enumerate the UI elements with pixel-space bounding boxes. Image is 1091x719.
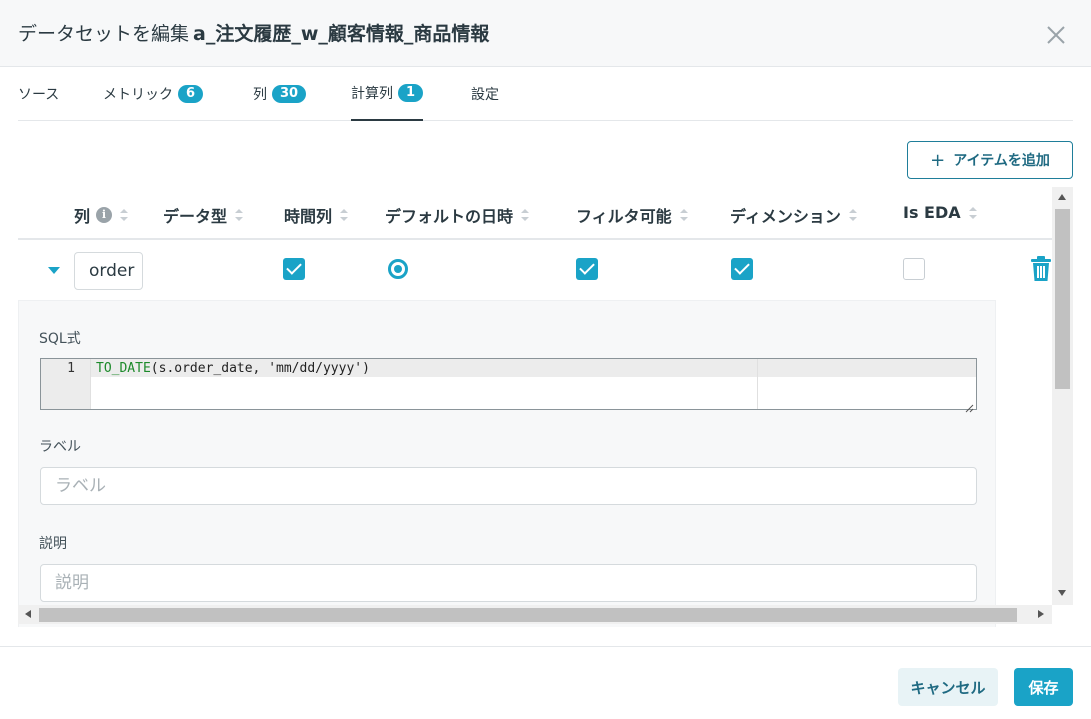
modal-title: データセットを編集 a_注文履歴_w_顧客情報_商品情報 (18, 19, 489, 46)
label-input[interactable]: ラベル (40, 467, 977, 505)
resize-handle-icon[interactable] (965, 398, 974, 413)
trash-icon[interactable] (1030, 256, 1052, 282)
column-header-time-column[interactable]: 時間列 (284, 203, 349, 227)
sql-code: TO_DATE(s.order_date, 'mm/dd/yyyy') (96, 361, 370, 376)
sort-icon (848, 209, 857, 221)
close-icon[interactable] (1043, 22, 1069, 48)
add-item-button[interactable]: + アイテムを追加 (907, 141, 1073, 179)
title-prefix: データセットを編集 (18, 23, 190, 45)
sort-icon (120, 209, 129, 221)
column-header-data-type[interactable]: データ型 (163, 203, 244, 227)
tab-label: 列 (253, 87, 267, 103)
default-datetime-radio[interactable] (388, 259, 408, 279)
header-label: 時間列 (284, 207, 333, 226)
plus-icon: + (930, 149, 946, 171)
filterable-checkbox[interactable] (576, 258, 598, 280)
header-label: フィルタ可能 (576, 207, 672, 226)
tab-bar: ソース メトリック 6 列 30 計算列 1 設定 (18, 67, 1073, 121)
dataset-name: a_注文履歴_w_顧客情報_商品情報 (193, 23, 490, 45)
sort-icon (235, 209, 244, 221)
scroll-right-icon[interactable] (1038, 610, 1044, 618)
sort-icon (968, 206, 977, 219)
header-label: データ型 (163, 207, 228, 226)
sort-icon (340, 209, 349, 221)
sort-icon (521, 209, 530, 221)
count-badge: 30 (272, 85, 307, 103)
header-label: Is EDA (903, 203, 961, 222)
table-row: order (18, 240, 1052, 300)
sql-editor[interactable]: 1 TO_DATE(s.order_date, 'mm/dd/yyyy') (40, 358, 977, 413)
caret-down-icon[interactable] (48, 267, 60, 274)
count-badge: 6 (178, 85, 204, 103)
table-header: 列i データ型 時間列 デフォルトの日時 フィルタ可能 ディメンション Is E… (18, 187, 1052, 240)
horizontal-scrollbar[interactable] (18, 605, 1052, 624)
count-badge: 1 (398, 84, 424, 102)
tab-source[interactable]: ソース (18, 67, 59, 121)
scroll-down-icon[interactable] (1058, 590, 1066, 596)
column-header-filterable[interactable]: フィルタ可能 (576, 203, 688, 227)
column-detail-panel: SQL式 1 TO_DATE(s.order_date, 'mm/dd/yyyy… (18, 300, 996, 627)
header-label: ディメンション (730, 207, 841, 226)
tab-label: 設定 (471, 87, 499, 103)
save-button[interactable]: 保存 (1014, 668, 1073, 706)
scroll-up-icon[interactable] (1058, 194, 1066, 200)
tab-label: メトリック (103, 87, 173, 103)
header-label: デフォルトの日時 (385, 207, 514, 226)
table-area: 列i データ型 時間列 デフォルトの日時 フィルタ可能 ディメンション Is E… (18, 187, 1073, 627)
scroll-thumb[interactable] (1055, 209, 1070, 389)
info-icon[interactable]: i (96, 207, 113, 223)
header-label: 列 (74, 207, 91, 226)
scroll-left-icon[interactable] (25, 610, 31, 618)
description-field-label: 説明 (39, 536, 67, 552)
column-name-input[interactable]: order (74, 252, 143, 290)
column-header-column[interactable]: 列i (74, 203, 129, 227)
tab-metrics[interactable]: メトリック 6 (103, 67, 204, 121)
sort-icon (679, 209, 688, 221)
modal-footer: キャンセル 保存 (0, 646, 1091, 719)
label-field-label: ラベル (39, 439, 81, 455)
tab-label: ソース (18, 87, 60, 103)
tab-label: 計算列 (351, 86, 393, 102)
tab-calculated-columns[interactable]: 計算列 1 (351, 67, 424, 121)
column-header-dimension[interactable]: ディメンション (730, 203, 857, 227)
tab-columns[interactable]: 列 30 (253, 67, 307, 121)
is-eda-checkbox[interactable] (903, 258, 925, 280)
sql-expression-label: SQL式 (39, 331, 81, 347)
column-header-default-datetime[interactable]: デフォルトの日時 (385, 203, 530, 227)
time-column-checkbox[interactable] (283, 258, 305, 280)
sql-args: (s.order_date, 'mm/dd/yyyy') (150, 361, 370, 376)
cancel-button[interactable]: キャンセル (898, 668, 998, 706)
modal-header: データセットを編集 a_注文履歴_w_顧客情報_商品情報 (0, 0, 1091, 67)
dimension-checkbox[interactable] (731, 258, 753, 280)
line-number: 1 (67, 361, 75, 376)
print-margin (757, 359, 758, 409)
vertical-scrollbar[interactable] (1052, 187, 1073, 605)
column-header-is-eda[interactable]: Is EDA (903, 203, 977, 222)
scroll-thumb[interactable] (39, 608, 1017, 622)
description-input[interactable]: 説明 (40, 564, 977, 602)
sql-function: TO_DATE (96, 361, 151, 376)
add-item-label: アイテムを追加 (953, 153, 1050, 169)
tab-settings[interactable]: 設定 (471, 67, 499, 121)
